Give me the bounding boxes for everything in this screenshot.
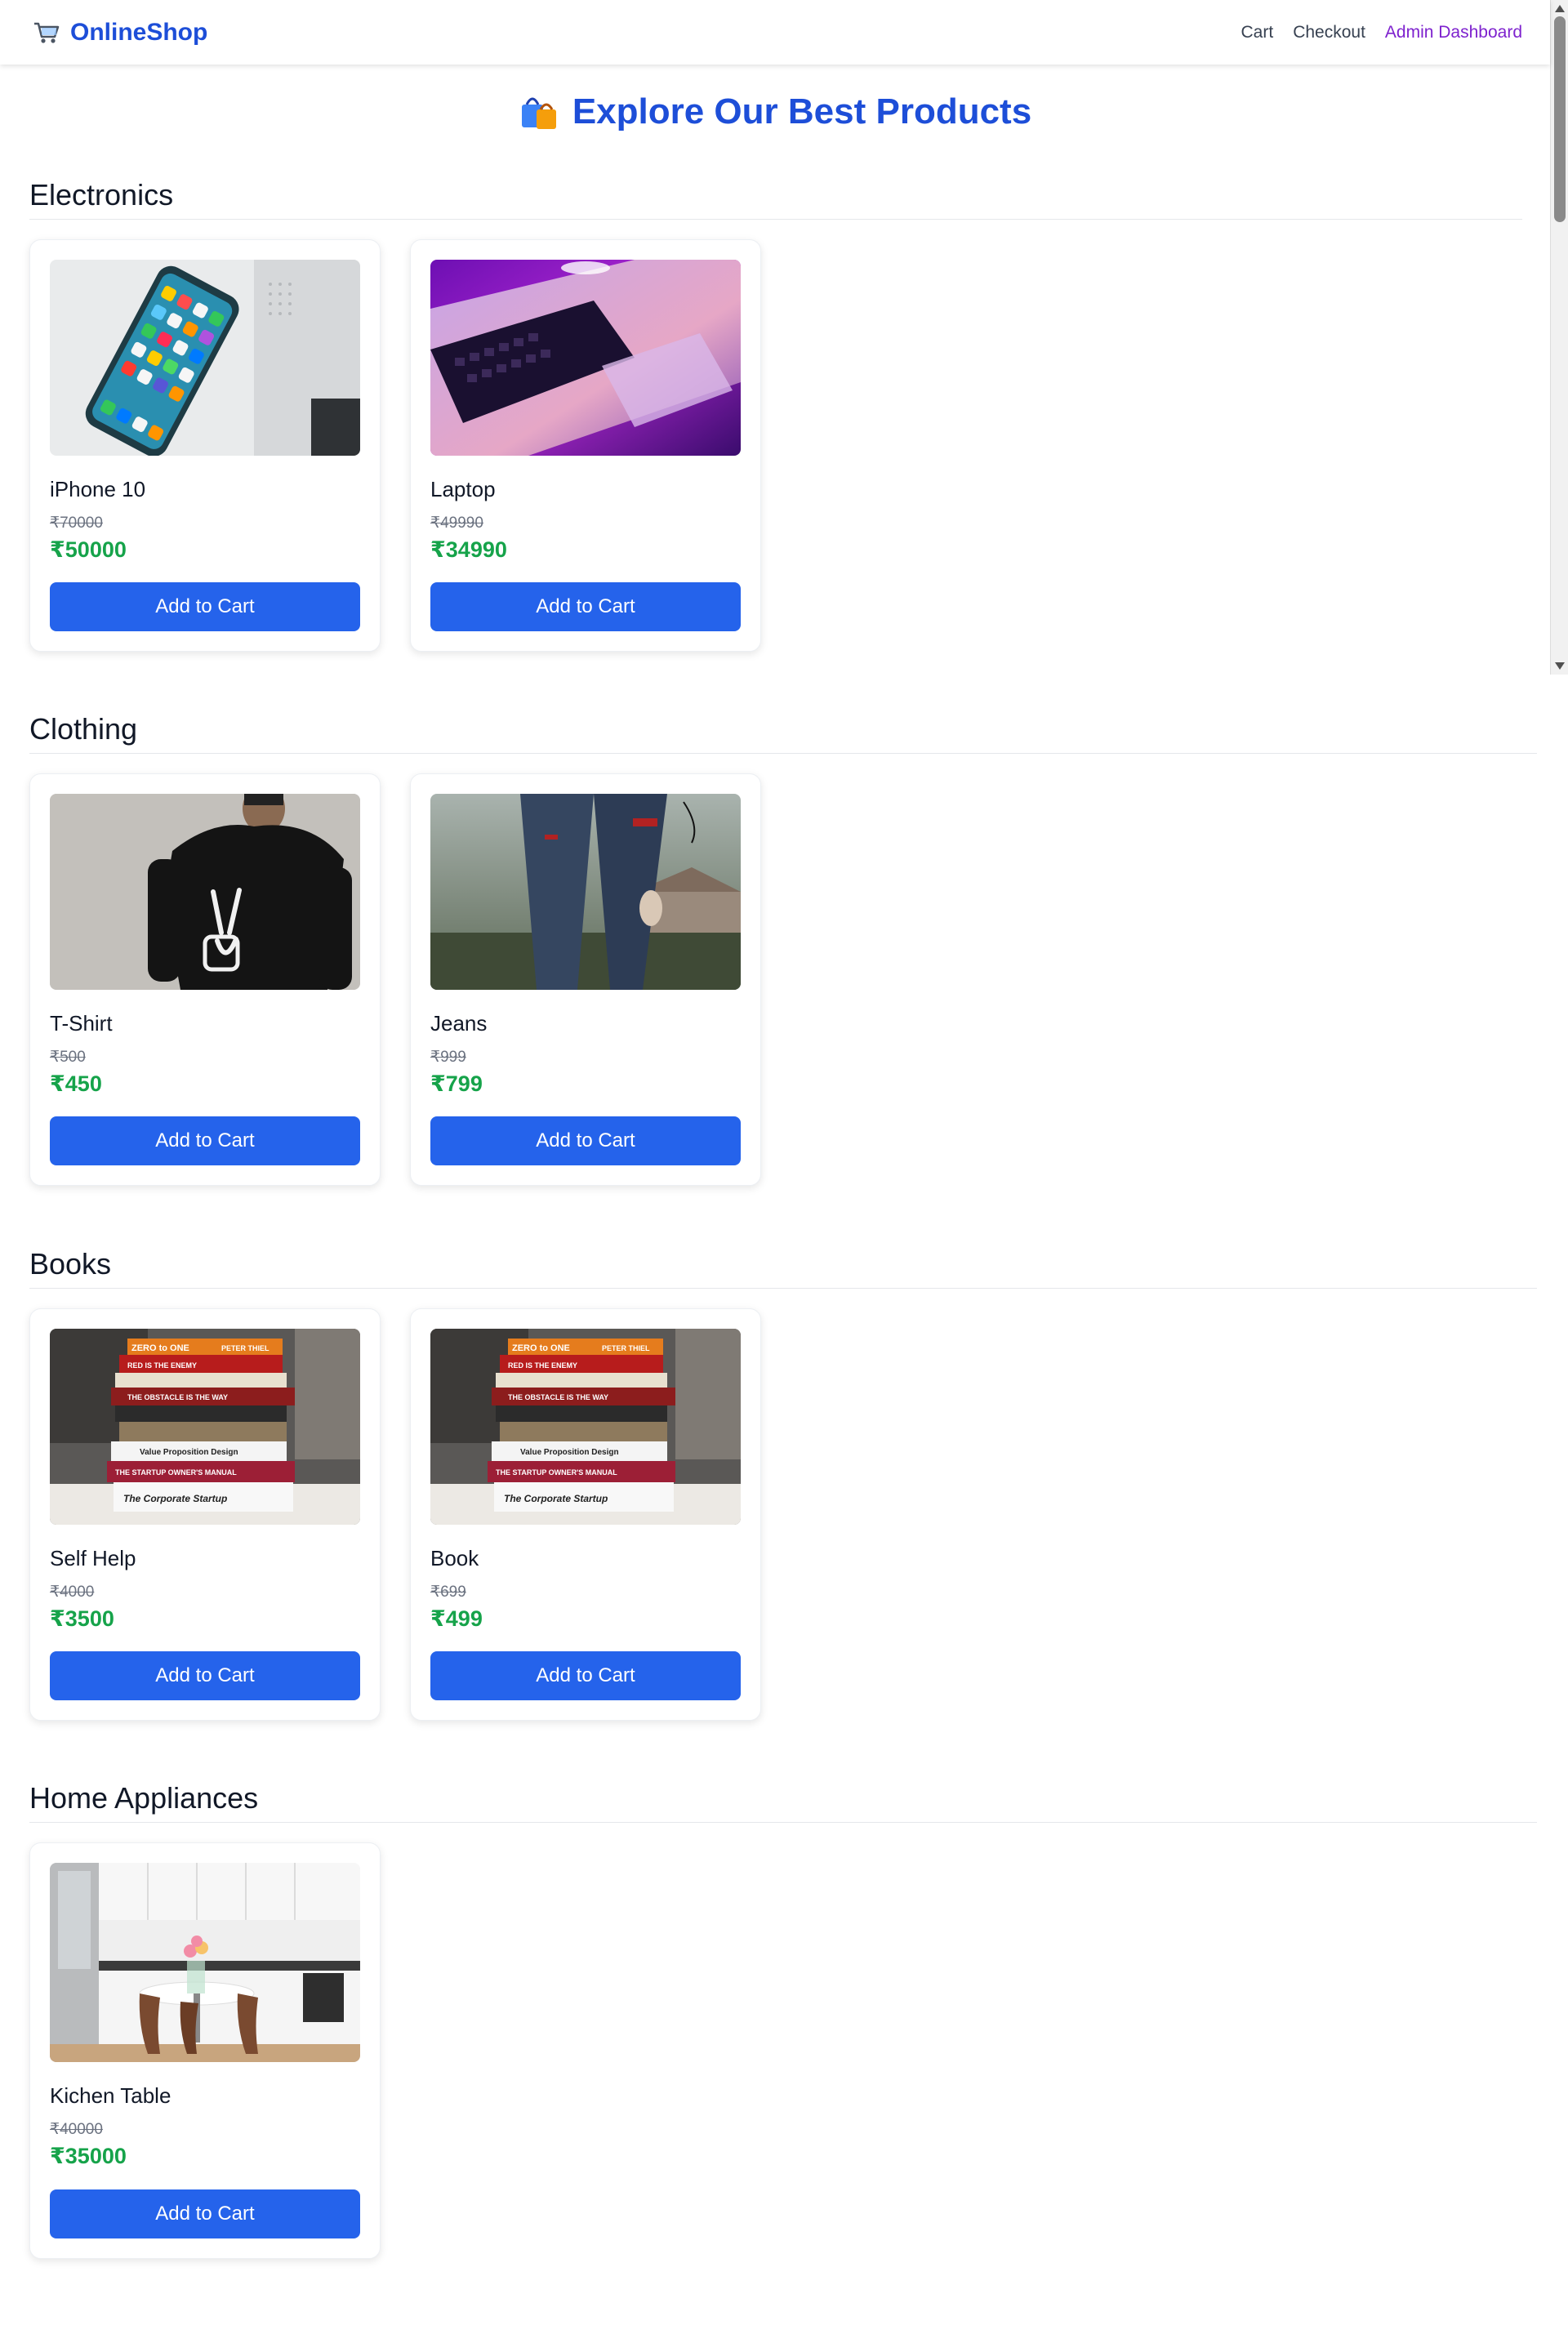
book-spine-obstacle: THE OBSTACLE IS THE WAY <box>508 1393 608 1401</box>
category-title: Clothing <box>29 712 1537 754</box>
add-to-cart-button[interactable]: Add to Cart <box>50 1651 360 1700</box>
book-spine-obstacle: THE OBSTACLE IS THE WAY <box>127 1393 228 1401</box>
product-name: Jeans <box>430 1011 488 1036</box>
add-to-cart-button[interactable]: Add to Cart <box>50 1116 360 1165</box>
product-image-phone <box>50 260 360 456</box>
product-old-price: ₹70000 <box>50 514 103 532</box>
product-image-tshirt <box>50 794 360 990</box>
product-price: ₹3500 <box>50 1606 114 1631</box>
book-spine-startup: THE STARTUP OWNER'S MANUAL <box>115 1468 237 1477</box>
book-spine-author: PETER THIEL <box>221 1344 270 1352</box>
vertical-scrollbar[interactable] <box>1550 0 1568 675</box>
nav-link-cart[interactable]: Cart <box>1241 23 1274 42</box>
book-spine-value: Value Proposition Design <box>520 1448 619 1457</box>
add-to-cart-button[interactable]: Add to Cart <box>50 2189 360 2238</box>
book-spine-red: RED IS THE ENEMY <box>508 1361 577 1370</box>
category-home-appliances: Home Appliances Kichen Table ₹40000 ₹350… <box>29 1781 1537 2259</box>
product-name: Kichen Table <box>50 2083 172 2108</box>
product-card: iPhone 10 ₹70000 ₹50000 Add to Cart <box>29 239 381 652</box>
add-to-cart-button[interactable]: Add to Cart <box>50 582 360 631</box>
category-title: Books <box>29 1247 1537 1289</box>
book-spine-zero-to-one: ZERO to ONE <box>131 1343 189 1353</box>
scroll-thumb[interactable] <box>1554 16 1566 222</box>
nav-links: Cart Checkout Admin Dashboard <box>1241 23 1523 42</box>
product-card: ZERO to ONE PETER THIEL RED IS THE ENEMY… <box>410 1308 761 1721</box>
book-spine-red: RED IS THE ENEMY <box>127 1361 197 1370</box>
nav-link-admin-dashboard[interactable]: Admin Dashboard <box>1385 23 1522 42</box>
book-spine-corporate: The Corporate Startup <box>504 1493 608 1504</box>
product-image-books: ZERO to ONE PETER THIEL RED IS THE ENEMY… <box>430 1329 741 1525</box>
scroll-down-arrow-icon[interactable] <box>1555 662 1565 670</box>
product-price: ₹34990 <box>430 537 507 562</box>
add-to-cart-button[interactable]: Add to Cart <box>430 1651 741 1700</box>
category-title: Electronics <box>29 178 1522 220</box>
product-price: ₹35000 <box>50 2144 127 2168</box>
product-old-price: ₹699 <box>430 1584 466 1601</box>
product-image-kitchen <box>50 1863 360 2062</box>
page-heading: Explore Our Best Products <box>0 91 1550 132</box>
category-clothing: Clothing T-Shirt ₹500 ₹450 Add to Cart J… <box>29 712 1537 1186</box>
product-price: ₹450 <box>50 1071 102 1096</box>
product-card: Jeans ₹999 ₹799 Add to Cart <box>410 773 761 1186</box>
scroll-up-arrow-icon[interactable] <box>1555 5 1565 12</box>
category-title: Home Appliances <box>29 1781 1537 1823</box>
product-price: ₹499 <box>430 1606 483 1631</box>
top-navbar: OnlineShop Cart Checkout Admin Dashboard <box>0 0 1550 65</box>
category-books: Books ZERO to ONE PETER THIEL RED IS THE… <box>29 1247 1537 1721</box>
nav-link-checkout[interactable]: Checkout <box>1293 23 1365 42</box>
shopping-bags-icon <box>519 91 559 132</box>
product-name: Book <box>430 1546 479 1570</box>
product-image-laptop <box>430 260 741 456</box>
book-spine-value: Value Proposition Design <box>140 1448 238 1457</box>
product-card: T-Shirt ₹500 ₹450 Add to Cart <box>29 773 381 1186</box>
product-name: Self Help <box>50 1546 136 1570</box>
book-spine-author: PETER THIEL <box>602 1344 650 1352</box>
product-image-jeans <box>430 794 741 990</box>
product-image-books: ZERO to ONE PETER THIEL RED IS THE ENEMY… <box>50 1329 360 1525</box>
category-electronics: Electronics iPhone 10 ₹70000 ₹50000 Add … <box>29 178 1522 652</box>
product-name: iPhone 10 <box>50 477 146 501</box>
product-price: ₹799 <box>430 1071 483 1096</box>
add-to-cart-button[interactable]: Add to Cart <box>430 1116 741 1165</box>
product-card: Kichen Table ₹40000 ₹35000 Add to Cart <box>29 1842 381 2259</box>
product-old-price: ₹4000 <box>50 1584 95 1601</box>
product-old-price: ₹40000 <box>50 2121 103 2138</box>
product-name: T-Shirt <box>50 1011 113 1036</box>
product-name: Laptop <box>430 477 496 501</box>
product-old-price: ₹999 <box>430 1049 466 1066</box>
brand[interactable]: OnlineShop <box>33 19 207 47</box>
book-spine-zero-to-one: ZERO to ONE <box>512 1343 570 1353</box>
product-old-price: ₹500 <box>50 1049 86 1066</box>
shopping-cart-icon <box>33 20 60 45</box>
product-card: ZERO to ONE PETER THIEL RED IS THE ENEMY… <box>29 1308 381 1721</box>
book-spine-startup: THE STARTUP OWNER'S MANUAL <box>496 1468 617 1477</box>
page-title: Explore Our Best Products <box>572 91 1032 131</box>
book-spine-corporate: The Corporate Startup <box>123 1493 227 1504</box>
product-old-price: ₹49990 <box>430 514 483 532</box>
product-card: Laptop ₹49990 ₹34990 Add to Cart <box>410 239 761 652</box>
add-to-cart-button[interactable]: Add to Cart <box>430 582 741 631</box>
brand-name[interactable]: OnlineShop <box>70 19 207 47</box>
product-price: ₹50000 <box>50 537 127 562</box>
